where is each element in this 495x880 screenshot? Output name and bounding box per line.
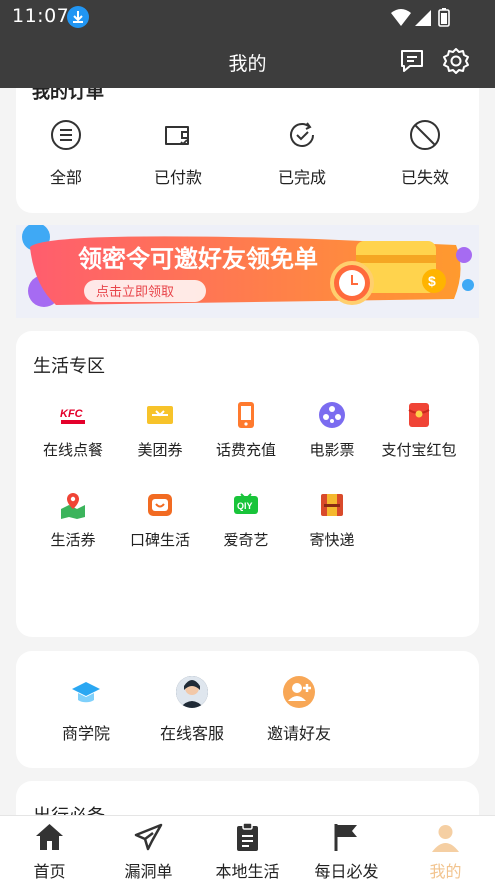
life-item-label: 寄快递: [309, 531, 355, 549]
bottom-navigation: 首页 漏洞单 本地生活 每日必发 我的: [0, 815, 495, 880]
service-support[interactable]: 在线客服: [142, 676, 242, 746]
order-invalid-label: 已失效: [400, 168, 449, 187]
travel-card: 出行必备: [16, 781, 479, 815]
message-icon[interactable]: [398, 47, 426, 75]
send-icon: [134, 823, 163, 851]
user-icon: [432, 825, 459, 852]
orders-title: 我的订单: [32, 88, 104, 103]
film-reel-icon: [318, 401, 346, 429]
tab-daily[interactable]: 每日必发: [297, 816, 396, 880]
life-item-label: 支付宝红包: [381, 441, 457, 459]
phone-recharge-icon: [232, 401, 260, 429]
list-circle-icon: [51, 120, 81, 150]
iqiyi-icon: QIY: [232, 491, 260, 519]
status-time: 11:07: [12, 5, 70, 27]
signal-icon: [415, 10, 431, 26]
wallet-check-icon: [165, 126, 189, 146]
life-zone-card: 生活专区 KFC 在线点餐 美团券 话费充值 电影票 支付宝红包 生活券 口碑生…: [16, 331, 479, 637]
service-invite[interactable]: 邀请好友: [249, 676, 349, 746]
tab-local-life-label: 本地生活: [215, 862, 280, 880]
parcel-icon: [318, 491, 346, 519]
order-all-label: 全部: [49, 168, 82, 187]
tab-mine[interactable]: 我的: [396, 816, 495, 880]
banner-headline: 领密令可邀好友领免单: [78, 245, 318, 273]
tab-mine-label: 我的: [429, 862, 462, 880]
stopwatch-icon: [330, 261, 374, 305]
svg-text:$: $: [428, 273, 436, 289]
banner-cta: 点击立即领取: [96, 285, 174, 300]
agent-avatar-icon: [176, 676, 208, 708]
settings-icon[interactable]: [441, 46, 471, 76]
invalid-circle-icon: [410, 120, 440, 150]
wifi-icon: [391, 9, 411, 26]
order-completed-label: 已完成: [277, 168, 326, 187]
banner-artwork: $ 领密令可邀好友领免单 点击立即领取: [16, 225, 479, 318]
flag-icon: [334, 824, 357, 851]
order-invalid-button[interactable]: 已失效: [375, 118, 475, 198]
add-friend-icon: [283, 676, 315, 708]
services-card: 商学院 在线客服 邀请好友: [16, 651, 479, 768]
status-icons: [391, 8, 450, 27]
tab-orders-label: 漏洞单: [124, 862, 173, 880]
tab-orders[interactable]: 漏洞单: [99, 816, 198, 880]
order-paid-button[interactable]: 已付款: [128, 118, 228, 198]
orders-card: 我的订单 全部 已付款 已完成 已失效: [16, 88, 479, 213]
svg-text:QIY: QIY: [237, 501, 253, 511]
order-paid-label: 已付款: [153, 168, 202, 187]
kfc-icon: KFC: [59, 401, 87, 429]
order-completed-button[interactable]: 已完成: [252, 118, 352, 198]
red-envelope-icon: [405, 401, 433, 429]
top-app-bar: 我的: [0, 33, 495, 88]
life-item-express[interactable]: 寄快递: [287, 491, 377, 551]
tab-local-life[interactable]: 本地生活: [198, 816, 297, 880]
refresh-check-icon: [290, 122, 314, 147]
scroll-content[interactable]: 我的订单 全部 已付款 已完成 已失效 $ 领密令可邀好友领免单 点击立即领取 …: [0, 88, 495, 815]
download-badge-icon: [67, 6, 89, 28]
status-bar: 11:07: [0, 0, 495, 33]
order-all-button[interactable]: 全部: [16, 118, 116, 198]
life-zone-title: 生活专区: [33, 356, 105, 377]
tab-daily-label: 每日必发: [314, 862, 379, 880]
svg-text:KFC: KFC: [60, 408, 84, 420]
meituan-ticket-icon: [146, 401, 174, 429]
tab-home[interactable]: 首页: [0, 816, 99, 880]
tab-home-label: 首页: [33, 862, 66, 880]
battery-icon: [438, 8, 450, 27]
map-pin-icon: [59, 491, 87, 519]
graduation-cap-icon: [70, 676, 102, 708]
travel-title: 出行必备: [33, 802, 105, 815]
service-label: 在线客服: [159, 724, 224, 743]
service-academy[interactable]: 商学院: [36, 676, 136, 746]
service-label: 商学院: [61, 724, 110, 743]
koubei-icon: [146, 491, 174, 519]
promo-banner[interactable]: $ 领密令可邀好友领免单 点击立即领取: [16, 225, 479, 318]
home-icon: [36, 824, 63, 850]
life-item-redpacket[interactable]: 支付宝红包: [374, 401, 464, 461]
clipboard-icon: [237, 822, 258, 851]
service-label: 邀请好友: [266, 724, 331, 743]
